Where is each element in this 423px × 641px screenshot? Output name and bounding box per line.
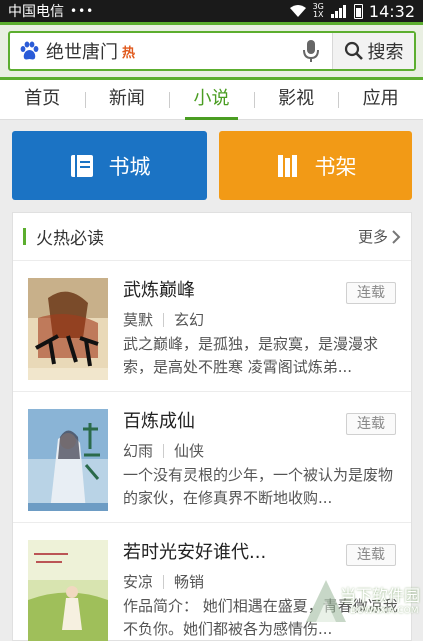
- carrier-label: 中国电信: [8, 4, 64, 20]
- bookshelf-icon: [277, 154, 297, 177]
- book-title[interactable]: 若时光安好谁代...: [123, 538, 266, 564]
- more-link[interactable]: 更多: [358, 226, 401, 247]
- network-badge: 3G 1X: [312, 2, 324, 19]
- bookshelf-label: 书架: [314, 154, 357, 179]
- book-meta: 莫默 玄幻: [123, 309, 204, 330]
- serial-status-badge: 连载: [346, 413, 396, 435]
- signal-icon: [330, 4, 346, 18]
- book-title[interactable]: 百炼成仙: [123, 407, 195, 433]
- baidu-paw-icon: [20, 41, 39, 60]
- book-meta: 安凉 畅销: [123, 571, 204, 592]
- book-genre: 玄幻: [174, 311, 205, 329]
- section-title: 火热必读: [36, 229, 104, 249]
- notification-dots: •••: [70, 4, 95, 18]
- book-meta: 幻雨 仙侠: [123, 440, 204, 461]
- serial-status-badge: 连载: [346, 544, 396, 566]
- bookstore-label: 书城: [108, 154, 151, 179]
- meta-divider: [163, 443, 165, 458]
- watermark-subtext: DOWNXIA.COM: [350, 606, 419, 616]
- book-author: 莫默: [123, 311, 154, 329]
- accent-bar: [23, 228, 26, 245]
- tab-news[interactable]: 新闻: [84, 80, 170, 120]
- card-header: 火热必读 更多: [13, 213, 411, 261]
- tab-novels[interactable]: 小说: [169, 80, 254, 120]
- book-description: 一个没有灵根的少年，一个被认为是废物的家伙，在修真界不断地收购...: [123, 466, 394, 507]
- status-bar: 中国电信 ••• 3G 1X 14:32: [0, 0, 423, 22]
- wifi-icon: [289, 5, 306, 17]
- more-label: 更多: [357, 228, 388, 246]
- book-cover-image[interactable]: [28, 540, 108, 641]
- book-item[interactable]: 武炼巅峰 连载 莫默 玄幻 武之巅峰，是孤独，是寂寞，是漫漫求索，是高处不胜寒 …: [13, 262, 411, 392]
- book-cover-image[interactable]: [28, 278, 108, 380]
- book-title[interactable]: 武炼巅峰: [123, 276, 195, 302]
- microphone-icon[interactable]: [302, 39, 320, 63]
- serial-status-badge: 连载: [346, 282, 396, 304]
- search-button[interactable]: 搜索: [332, 33, 414, 69]
- bookshelf-button[interactable]: 书架: [219, 131, 412, 200]
- book-cover-image[interactable]: [28, 409, 108, 511]
- chevron-right-icon: [392, 229, 401, 244]
- search-header: 绝世唐门 热 搜索: [0, 22, 423, 80]
- hot-badge: 热: [122, 45, 136, 61]
- search-icon: [344, 41, 363, 60]
- battery-icon: [353, 3, 363, 19]
- tab-video[interactable]: 影视: [253, 80, 339, 120]
- search-box[interactable]: 绝世唐门 热 搜索: [8, 31, 416, 71]
- book-item[interactable]: 百炼成仙 连载 幻雨 仙侠 一个没有灵根的少年，一个被认为是废物的家伙，在修真界…: [13, 393, 411, 523]
- category-tabs: 首页 新闻 小说 影视 应用: [0, 80, 423, 120]
- tab-apps[interactable]: 应用: [338, 80, 423, 120]
- watermark-text: 当下软件园: [340, 586, 421, 605]
- meta-divider: [163, 574, 165, 589]
- book-genre: 畅销: [174, 573, 205, 591]
- meta-divider: [163, 312, 165, 327]
- clock: 14:32: [368, 1, 415, 21]
- search-button-label: 搜索: [367, 42, 404, 63]
- tab-home[interactable]: 首页: [0, 80, 85, 120]
- book-description: 武之巅峰，是孤独，是寂寞，是漫漫求索，是高处不胜寒 凌霄阁试炼弟...: [123, 335, 379, 376]
- book-genre: 仙侠: [174, 442, 205, 460]
- search-input[interactable]: 绝世唐门: [46, 38, 118, 64]
- book-author: 幻雨: [123, 442, 154, 460]
- book-author: 安凉: [123, 573, 154, 591]
- book-icon: [70, 154, 93, 177]
- bookstore-button[interactable]: 书城: [12, 131, 207, 200]
